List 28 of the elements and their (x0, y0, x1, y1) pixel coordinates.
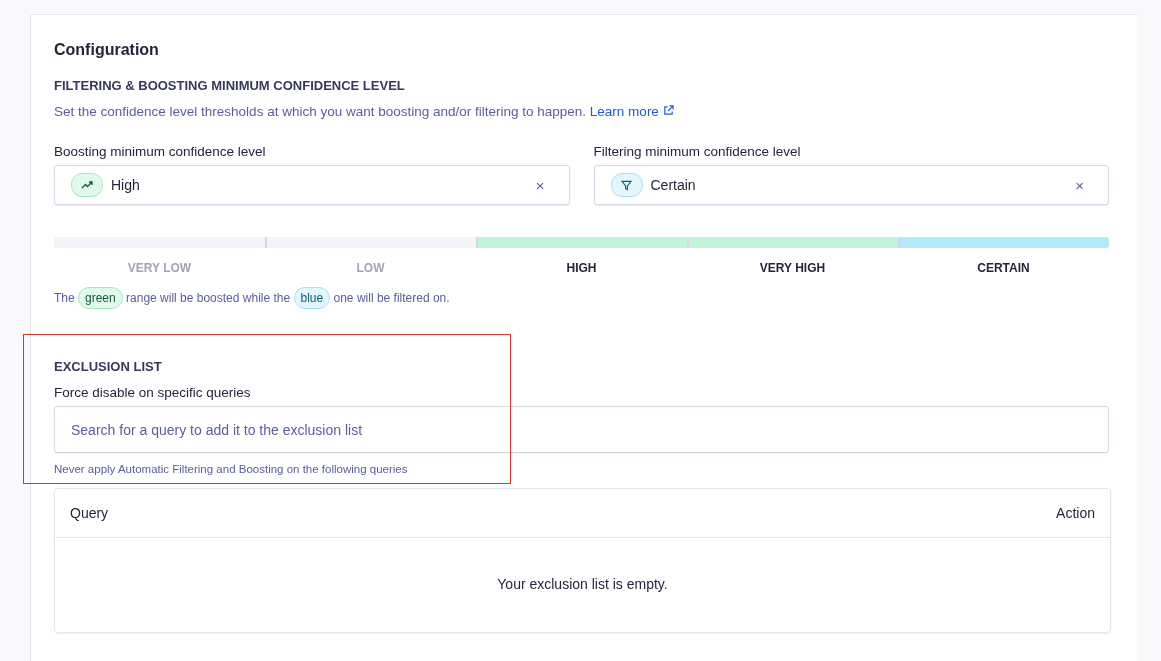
hint-text: Never apply Automatic Filtering and Boosting on the following queries (54, 463, 409, 475)
clear-button[interactable]: × (531, 176, 549, 194)
select-value: High (111, 177, 141, 193)
search-field[interactable]: Search for a query to add it to the exclusion list (54, 406, 1109, 453)
learn-more-link[interactable]: Learn more (589, 104, 674, 119)
description-text: Set the confidence level thresholds at which you want boosting and/or filtering to happen. Learn more (54, 104, 1137, 119)
level-label: VERY HIGH (758, 261, 827, 275)
level-label: HIGH (565, 261, 598, 275)
field-label: Boosting minimum confidence level (54, 144, 267, 159)
empty-message: Your exclusion list is empty. (496, 575, 669, 594)
column-header: Query (70, 505, 109, 521)
filter-icon (610, 173, 643, 197)
clear-button[interactable]: × (1071, 176, 1088, 194)
field-label: Filtering minimum confidence level (593, 144, 802, 159)
card-title: Configuration (54, 41, 160, 59)
select-value: Certain (650, 177, 697, 193)
legend-text: The green range will be boosted while the blue one will be filtered on. (54, 287, 1137, 309)
level-label: CERTAIN (976, 261, 1031, 275)
column-header: Action (1056, 505, 1095, 521)
field-label: Force disable on specific queries (54, 385, 252, 400)
select-field[interactable]: High × (54, 165, 570, 205)
level-label: LOW (355, 261, 386, 275)
trend-up-icon (71, 173, 103, 197)
level-label: VERY LOW (126, 261, 193, 275)
section-heading: FILTERING & BOOSTING MINIMUM CONFIDENCE LEVEL (54, 78, 406, 93)
section-heading: EXCLUSION LIST (54, 359, 163, 374)
select-field[interactable]: Certain × (593, 165, 1109, 205)
external-link-icon (662, 105, 674, 116)
